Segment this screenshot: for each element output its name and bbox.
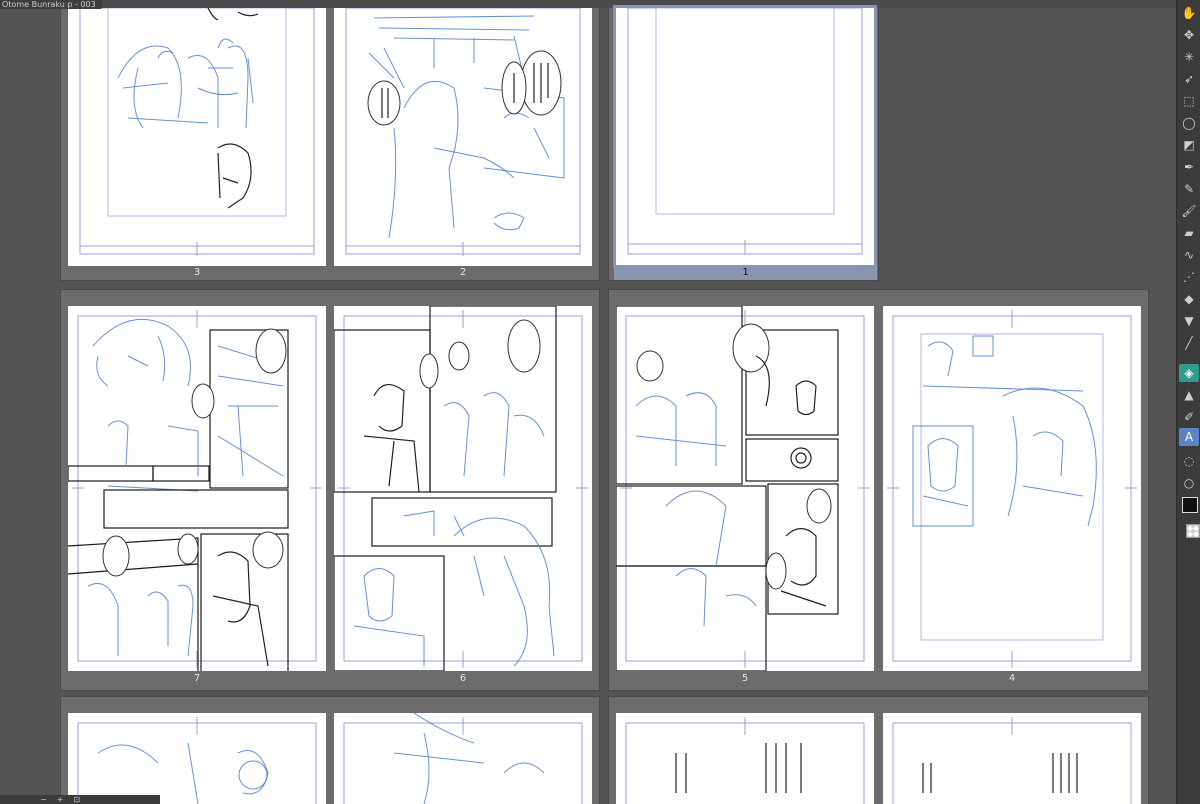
page-thumbnail-10[interactable]: [883, 713, 1141, 804]
page-thumbnail-8[interactable]: [334, 713, 592, 804]
zoom-out-button[interactable]: −: [40, 795, 47, 804]
page-thumbnail-1[interactable]: [613, 5, 877, 268]
page-number-5: 5: [741, 673, 749, 684]
zoom-bar: − + ⊡: [0, 795, 160, 804]
page-5-canvas: [616, 306, 870, 671]
pen-icon[interactable]: ✒: [1179, 158, 1199, 176]
frame-icon[interactable]: ◈: [1179, 364, 1199, 382]
hand-icon[interactable]: ✋: [1179, 4, 1199, 22]
page-1-canvas: [627, 8, 863, 255]
page-10-canvas: [892, 717, 1132, 804]
document-title[interactable]: Otome Bunraku p - 003: [0, 0, 102, 9]
page-7-canvas: [68, 310, 322, 671]
ruler-icon[interactable]: ◩: [1179, 136, 1199, 154]
page-number-3: 3: [193, 267, 201, 278]
page-4-canvas: [887, 310, 1137, 668]
page-thumbnail-2[interactable]: [334, 8, 592, 266]
page-number-7: 7: [193, 673, 201, 684]
page-9-canvas: [77, 717, 317, 804]
page-8-canvas: [343, 713, 583, 804]
page-number-1: 1: [614, 266, 877, 280]
pencil-icon[interactable]: ✎: [1179, 180, 1199, 198]
page-11-canvas: [625, 717, 865, 804]
blend-icon[interactable]: ∿: [1179, 246, 1199, 264]
page-number-4: 4: [1008, 673, 1016, 684]
eyedropper-icon[interactable]: ◯: [1179, 114, 1199, 132]
balloon-icon[interactable]: ◌: [1179, 452, 1199, 470]
figure-icon[interactable]: ╱: [1179, 334, 1199, 352]
fill-icon[interactable]: ◆: [1179, 290, 1199, 308]
page-number-6: 6: [459, 673, 467, 684]
magic-wand-icon[interactable]: ✳: [1179, 48, 1199, 66]
page-2-canvas: [345, 8, 581, 256]
page-thumbnail-4[interactable]: [883, 306, 1141, 671]
fit-icon[interactable]: ⊡: [73, 795, 80, 804]
eraser-icon[interactable]: ▰: [1179, 224, 1199, 242]
sub-color-swatch[interactable]: [1186, 524, 1200, 538]
page-number-2: 2: [459, 267, 467, 278]
lasso-icon[interactable]: ➶: [1179, 70, 1199, 88]
gradient-icon[interactable]: ▼: [1179, 312, 1199, 330]
zoom-in-button[interactable]: +: [57, 795, 64, 804]
brush-icon[interactable]: 🖌: [1179, 202, 1199, 220]
airbrush-icon[interactable]: ⋰: [1179, 268, 1199, 286]
page-thumbnail-6[interactable]: [334, 306, 592, 671]
page-thumbnail-3[interactable]: [68, 8, 326, 266]
text-icon[interactable]: A: [1179, 428, 1199, 446]
tool-palette: ✋ ✥ ✳ ➶ ⬚ ◯ ◩ ✒ ✎ 🖌 ▰ ∿ ⋰ ◆ ▼ ╱ ◈ ▲ ✐ A …: [1176, 0, 1200, 804]
circle-icon[interactable]: ○: [1179, 474, 1199, 492]
page-3-canvas: [79, 8, 315, 256]
title-bar: [0, 0, 1176, 8]
move-icon[interactable]: ✥: [1179, 26, 1199, 44]
correction-icon[interactable]: ✐: [1179, 408, 1199, 426]
page-6-canvas: [334, 306, 588, 671]
operation-icon[interactable]: ▲: [1179, 386, 1199, 404]
page-thumbnail-11[interactable]: [616, 713, 874, 804]
page-thumbnail-9[interactable]: [68, 713, 326, 804]
page-thumbnail-5[interactable]: [616, 306, 874, 671]
page-thumbnail-7[interactable]: [68, 306, 326, 671]
main-color-swatch[interactable]: [1182, 497, 1198, 513]
selection-icon[interactable]: ⬚: [1179, 92, 1199, 110]
